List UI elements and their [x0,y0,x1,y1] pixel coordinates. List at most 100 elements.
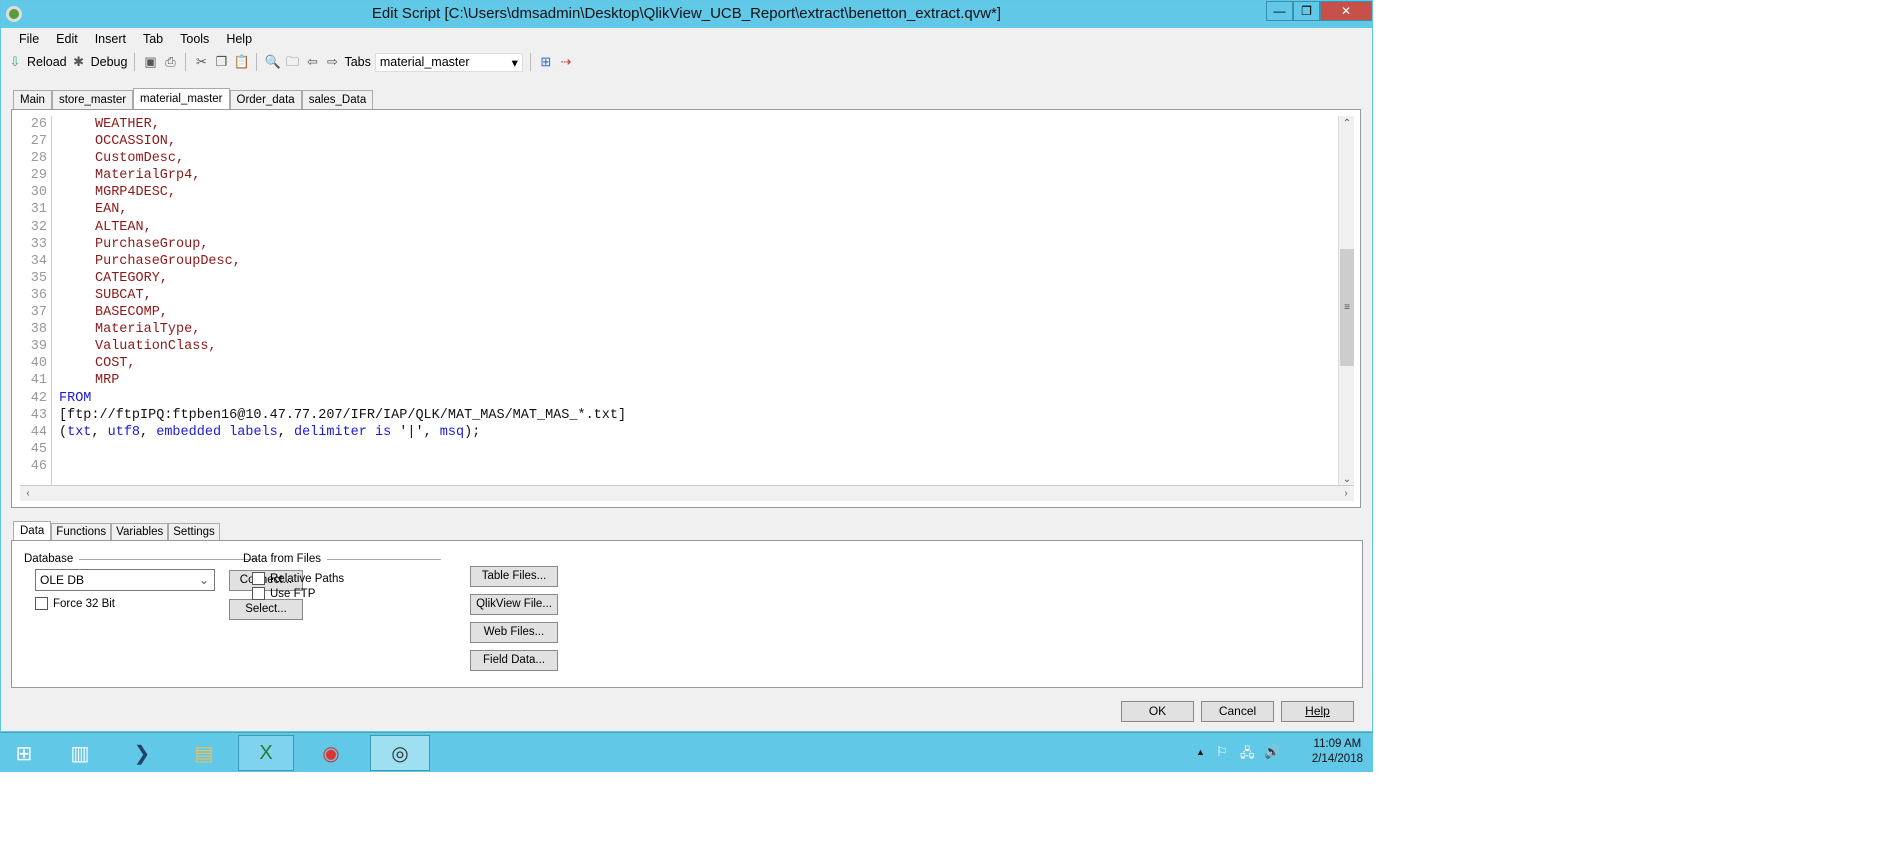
tool-tabs: Data Functions Variables Settings [13,521,220,541]
tab-right-icon[interactable]: ⇨ [324,54,340,70]
close-button[interactable]: ✕ [1320,1,1372,21]
script-code[interactable]: WEATHER, OCCASSION, CustomDesc, MaterialGrp… [59,116,1336,488]
code-line-from: FROM [59,390,92,406]
copy-icon[interactable]: ❐ [213,54,229,70]
chevron-down-icon: ⌄ [198,573,209,587]
menu-tab[interactable]: Tab [143,32,163,46]
help-button[interactable]: Help [1281,701,1354,722]
tab-main[interactable]: Main [13,90,52,110]
reload-icon[interactable]: ⇩ [7,54,23,70]
qlikview-file-button[interactable]: QlikView File... [470,594,558,615]
table-files-button[interactable]: Table Files... [470,566,558,587]
scroll-left-icon[interactable]: ‹ [20,486,36,502]
open-folder-icon[interactable]: 🗀 [284,54,300,70]
data-from-files-label: Data from Files [243,553,321,565]
scroll-up-icon[interactable]: ⌃ [1339,116,1355,132]
server-manager-icon[interactable]: ▥ [58,735,102,771]
code-line-path: [ftp://ftpIPQ:ftpben16@10.47.77.207/IFR/… [59,407,627,423]
line-number: 31 [30,202,47,218]
tab-order-data[interactable]: Order_data [229,90,302,110]
cancel-button[interactable]: Cancel [1201,701,1274,722]
line-number: 30 [30,185,47,201]
syntax-check-icon[interactable]: ⇢ [558,54,574,70]
horizontal-scrollbar[interactable]: ‹ › [20,485,1354,501]
code-line-field: WEATHER, [95,117,160,132]
file-explorer-icon[interactable]: ▤ [182,735,226,771]
print-icon[interactable]: ⎙ [162,54,178,70]
line-number: 29 [30,168,47,184]
tab-store-master[interactable]: store_master [51,90,134,110]
data-panel: Database OLE DB ⌄ Force 32 Bit Connect...… [11,540,1363,688]
code-line-field: SUBCAT, [95,287,152,303]
excel-icon[interactable]: X [238,735,294,771]
debug-icon[interactable]: ✱ [71,54,87,70]
code-line-field: MRP [95,373,120,389]
tab-left-icon[interactable]: ⇦ [304,54,320,70]
line-number: 26 [30,117,47,132]
script-editor[interactable]: 26 27 28 29 30 31 32 33 34 35 36 37 38 39 40 41 42 43 44 45… [11,109,1361,508]
menu-insert[interactable]: Insert [95,32,126,46]
scroll-right-icon[interactable]: › [1338,486,1354,502]
field-data-button[interactable]: Field Data... [470,650,558,671]
web-files-button[interactable]: Web Files... [470,622,558,643]
code-line-field: COST, [95,356,136,372]
minimize-button[interactable]: — [1266,1,1293,21]
clock-date: 2/14/2018 [1311,753,1363,765]
clock-time: 11:09 AM [1313,738,1362,750]
taskbar: ⊞ ▥ ❯ ▤ X ◉ ◎ ▲ ⚐ 🖧 🔊 11:09 AM 2/14/2018 [0,732,1373,772]
select-button[interactable]: Select... [229,599,303,620]
code-line-field: ValuationClass, [95,339,217,355]
ok-button[interactable]: OK [1121,701,1194,722]
vertical-scrollbar[interactable]: ⌃ ≡ ⌄ [1338,116,1354,488]
line-number: 32 [30,219,47,235]
tabs-dropdown[interactable]: material_master ▾ [374,52,523,72]
qlikview-taskbar-icon[interactable]: ◎ [370,735,430,771]
save-icon[interactable]: ▣ [142,54,158,70]
code-line-field: OCCASSION, [95,134,177,150]
window-title: Edit Script [C:\Users\dmsadmin\Desktop\Q… [371,5,1002,22]
menu-help[interactable]: Help [226,32,252,46]
show-hidden-icons[interactable]: ▲ [1196,747,1205,757]
chrome-icon[interactable]: ◉ [305,735,357,771]
code-line-field: EAN, [95,202,128,218]
volume-icon[interactable]: 🔊 [1264,744,1280,760]
tab-variables[interactable]: Variables [111,523,169,541]
tab-data[interactable]: Data [13,521,52,541]
edit-script-window: Edit Script [C:\Users\dmsadmin\Desktop\Q… [0,0,1373,732]
code-line-field: PurchaseGroupDesc, [95,253,241,269]
maximize-button[interactable]: ❐ [1293,1,1320,21]
code-line-field: CustomDesc, [95,151,185,167]
powershell-icon[interactable]: ❯ [120,735,164,771]
tab-functions[interactable]: Functions [51,523,112,541]
tab-material-master[interactable]: material_master [133,88,230,110]
paste-icon[interactable]: 📋 [233,54,249,70]
line-number: 37 [30,305,47,321]
scroll-thumb[interactable]: ≡ [1340,249,1354,366]
debug-button[interactable]: Debug [91,55,128,69]
network-icon[interactable]: 🖧 [1240,744,1255,766]
menu-file[interactable]: File [19,32,39,46]
line-number: 34 [30,253,47,269]
use-ftp-checkbox[interactable]: Use FTP [252,587,315,600]
clock[interactable]: 11:09 AM 2/14/2018 [1312,737,1363,767]
code-line-field: MaterialType, [95,322,201,338]
relative-paths-checkbox[interactable]: Relative Paths [252,572,344,585]
database-group: Database [24,553,260,565]
windows-start-icon[interactable]: ⊞ [2,735,46,771]
tab-settings[interactable]: Settings [168,523,220,541]
tab-sales-data[interactable]: sales_Data [301,90,374,110]
database-select[interactable]: OLE DB ⌄ [35,569,215,591]
find-icon[interactable]: 🔍 [264,54,280,70]
line-number: 36 [30,287,47,303]
table-viewer-icon[interactable]: ⊞ [538,54,554,70]
menu-tools[interactable]: Tools [180,32,209,46]
line-number-gutter: 26 27 28 29 30 31 32 33 34 35 36 37 38 39 40 41 42 43 44 45… [20,116,52,488]
reload-button[interactable]: Reload [27,55,67,69]
line-number: 46 [30,458,47,474]
flag-icon[interactable]: ⚐ [1216,744,1228,760]
line-number: 44 [30,424,47,440]
title-bar: Edit Script [C:\Users\dmsadmin\Desktop\Q… [1,1,1372,28]
cut-icon[interactable]: ✂ [193,54,209,70]
force-32-bit-checkbox[interactable]: Force 32 Bit [35,597,115,610]
menu-edit[interactable]: Edit [56,32,78,46]
